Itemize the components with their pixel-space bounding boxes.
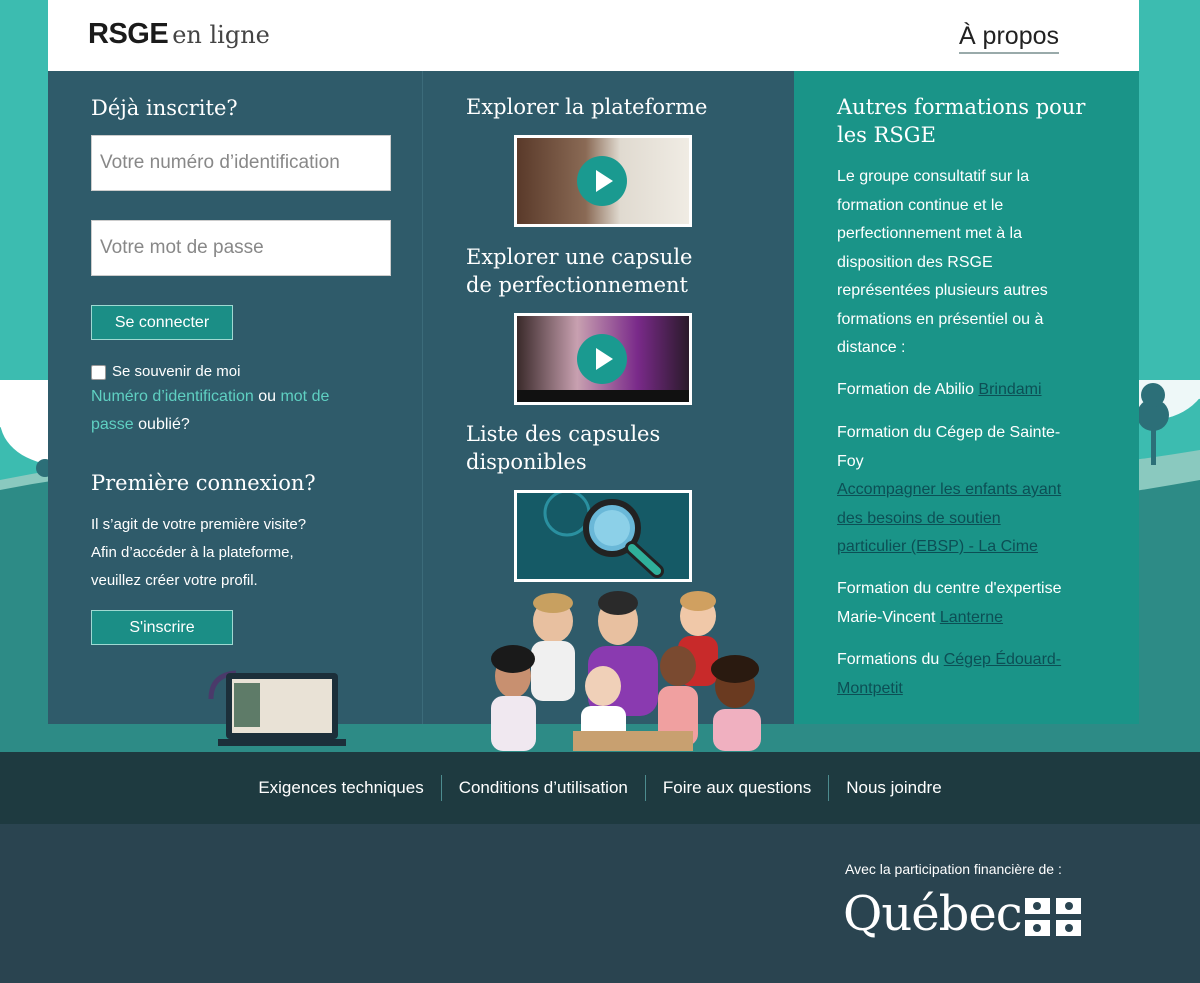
first-login-line3: veuillez créer votre profil. bbox=[91, 572, 258, 589]
quebec-flag-icon bbox=[1025, 898, 1081, 936]
capsule-list-title: Liste des capsules disponibles bbox=[466, 420, 660, 476]
forgot-suffix: oublié? bbox=[138, 416, 190, 433]
other-trainings-title: Autres formations pour les RSGE bbox=[837, 93, 1127, 149]
laptop-illustration bbox=[208, 670, 346, 746]
signup-button[interactable]: S'inscrire bbox=[91, 610, 233, 645]
explore-platform-title: Explorer la plateforme bbox=[466, 95, 708, 119]
ebsp-link[interactable]: Accompagner les enfants ayant des besoin… bbox=[837, 476, 1127, 562]
login-column: Déjà inscrite? Se connecter Se souvenir … bbox=[48, 71, 422, 746]
training-item-3: Formation du centre d'expertise Marie-Vi… bbox=[837, 575, 1127, 632]
edouard-link-line2: Montpetit bbox=[837, 679, 903, 697]
intro-line: perfectionnement met à la bbox=[837, 225, 1022, 242]
about-link[interactable]: À propos bbox=[958, 22, 1059, 54]
other-trainings-title-line2: les RSGE bbox=[837, 123, 936, 147]
forgot-id-link[interactable]: Numéro d’identification bbox=[91, 388, 254, 405]
platform-video-thumbnail[interactable] bbox=[514, 135, 692, 227]
list-title-line1: Liste des capsules bbox=[466, 422, 661, 446]
play-icon bbox=[577, 334, 627, 384]
training-item-1: Formation de Abilio Brindami bbox=[837, 376, 1042, 405]
intro-line: disposition des RSGE bbox=[837, 253, 993, 271]
password-input[interactable] bbox=[91, 220, 391, 276]
remember-checkbox[interactable] bbox=[91, 364, 106, 380]
ebsp-link-line: particulier (EBSP) - La Cime bbox=[837, 538, 1038, 555]
ebsp-link-line: des besoins de soutien bbox=[837, 509, 1001, 527]
forgot-links: Numéro d’identification ou mot de passe … bbox=[91, 383, 391, 439]
ebsp-link-line: Accompagner les enfants ayant bbox=[837, 481, 1062, 498]
first-login-line2: Afin d’accéder à la plateforme, bbox=[91, 544, 294, 561]
remember-label: Se souvenir de moi bbox=[112, 363, 241, 380]
main-panel: Déjà inscrite? Se connecter Se souvenir … bbox=[48, 71, 1139, 751]
explore-capsule-title: Explorer une capsule de perfectionnement bbox=[466, 243, 692, 299]
training-item-4-prefix: Formations du bbox=[837, 651, 944, 668]
intro-line: formations en présentiel ou à bbox=[837, 310, 1044, 328]
logo-text-bold: RSGE bbox=[88, 18, 169, 50]
training-item-4: Formations du Cégep Édouard- Montpetit bbox=[837, 646, 1127, 703]
footer-link-tech-requirements[interactable]: Exigences techniques bbox=[241, 775, 440, 801]
training-item-2-line1: Formation du Cégep de Sainte- bbox=[837, 424, 1061, 441]
other-trainings-intro: Le groupe consultatif sur la formation c… bbox=[837, 163, 1127, 363]
footer-link-contact[interactable]: Nous joindre bbox=[828, 775, 958, 801]
intro-line: Le groupe consultatif sur la bbox=[837, 168, 1030, 185]
other-trainings-title-line1: Autres formations pour bbox=[837, 95, 1086, 119]
first-login-title: Première connexion? bbox=[91, 471, 316, 495]
footer-link-terms[interactable]: Conditions d’utilisation bbox=[440, 775, 645, 801]
training-item-3-prefix: Marie-Vincent bbox=[837, 608, 940, 626]
footer-link-faq[interactable]: Foire aux questions bbox=[644, 775, 828, 801]
first-login-text: Il s’agit de votre première visite? Afin… bbox=[91, 511, 306, 595]
site-logo[interactable]: RSGE en ligne bbox=[88, 18, 270, 51]
login-title: Déjà inscrite? bbox=[91, 96, 238, 120]
capsule-title-line2: de perfectionnement bbox=[466, 273, 688, 297]
footer-nav: Exigences techniques Conditions d’utilis… bbox=[0, 752, 1200, 824]
logo-text-light: en ligne bbox=[172, 21, 270, 49]
other-trainings-column: Autres formations pour les RSGE Le group… bbox=[794, 71, 1139, 724]
children-photo bbox=[491, 591, 761, 751]
capsule-title-line1: Explorer une capsule bbox=[466, 245, 693, 269]
forgot-password-link[interactable]: mot de bbox=[280, 388, 329, 405]
training-item-1-prefix: Formation de Abilio bbox=[837, 381, 979, 398]
connect-button[interactable]: Se connecter bbox=[91, 305, 233, 340]
id-input[interactable] bbox=[91, 135, 391, 191]
list-title-line2: disponibles bbox=[466, 450, 587, 474]
brindami-link[interactable]: Brindami bbox=[978, 381, 1041, 398]
sponsor-text: Avec la participation financière de : bbox=[845, 861, 1062, 877]
intro-line: formation continue et le bbox=[837, 196, 1004, 214]
capsule-list-thumbnail[interactable] bbox=[514, 490, 692, 582]
forgot-password-link-2[interactable]: passe bbox=[91, 416, 134, 433]
capsule-video-thumbnail[interactable] bbox=[514, 313, 692, 405]
intro-line: représentées plusieurs autres bbox=[837, 282, 1048, 299]
footer-bottom: Avec la participation financière de : Qu… bbox=[0, 824, 1200, 983]
magnifier-icon bbox=[543, 493, 664, 578]
play-icon bbox=[577, 156, 627, 206]
remember-row: Se souvenir de moi bbox=[91, 358, 240, 386]
training-item-3-line1: Formation du centre d'expertise bbox=[837, 580, 1062, 597]
edouard-link-line1: Cégep Édouard- bbox=[943, 651, 1062, 668]
explore-column: Explorer la plateforme Explorer une caps… bbox=[422, 71, 794, 751]
training-item-2-line2: Foy bbox=[837, 452, 864, 470]
first-login-line1: Il s’agit de votre première visite? bbox=[91, 516, 307, 533]
quebec-logo-text: Québec bbox=[843, 886, 1023, 942]
forgot-or: ou bbox=[258, 388, 276, 405]
lanterne-link[interactable]: Lanterne bbox=[940, 609, 1003, 626]
intro-line: distance : bbox=[837, 339, 906, 356]
site-header: RSGE en ligne À propos bbox=[48, 0, 1139, 71]
training-item-2: Formation du Cégep de Sainte- Foy Accomp… bbox=[837, 419, 1127, 562]
